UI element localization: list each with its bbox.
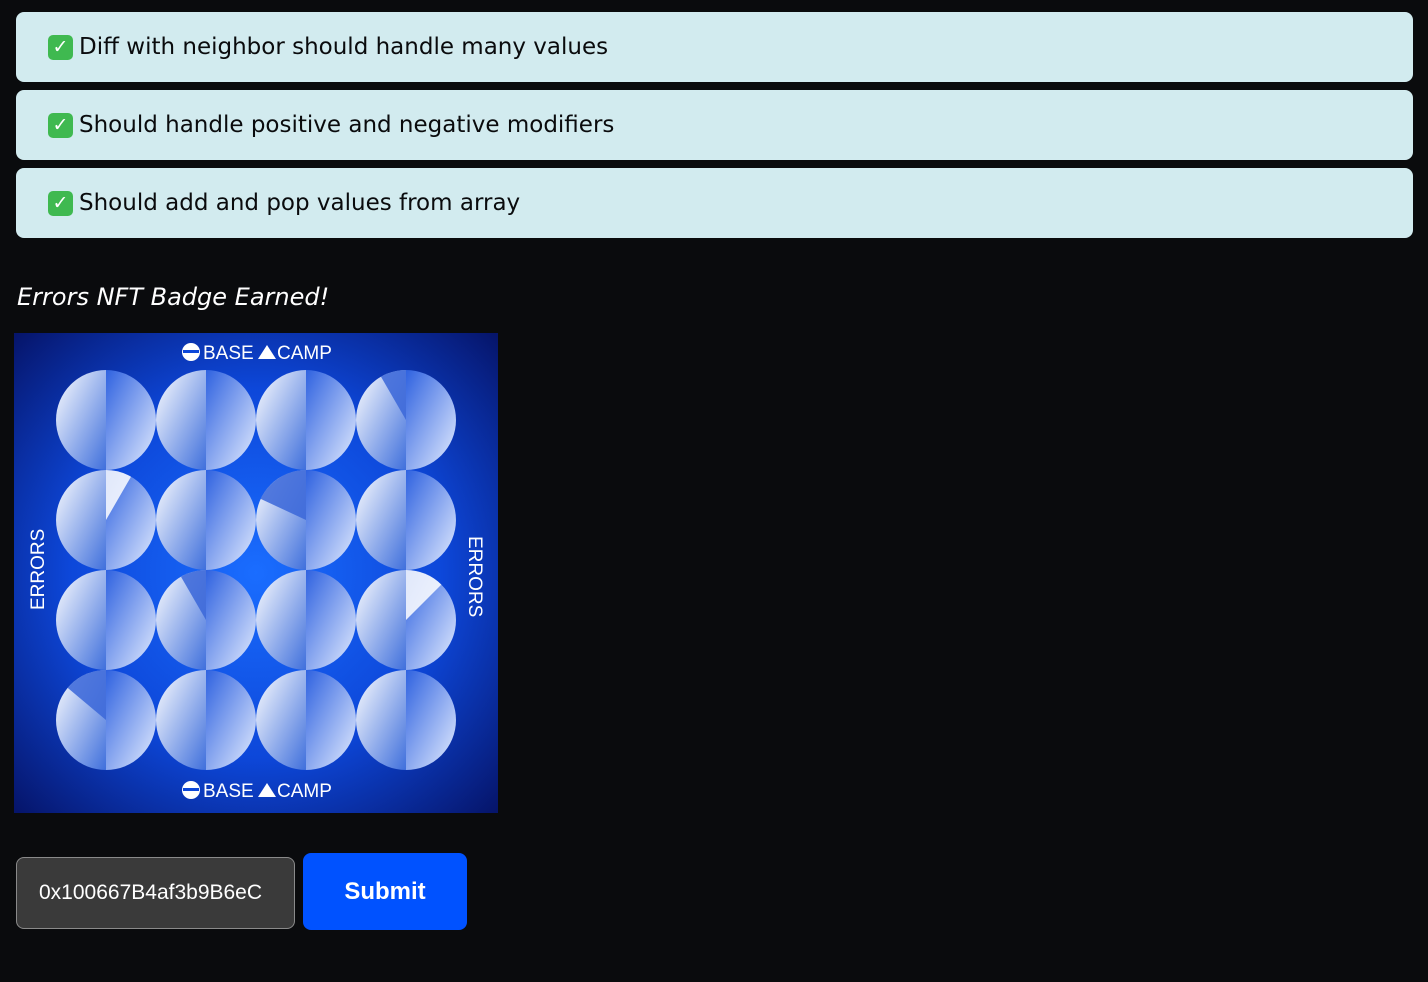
check-mark-icon: ✓ [48,112,73,138]
disc-ornament [256,670,356,770]
test-result-item: ✓ Should add and pop values from array [16,168,1413,238]
disc-ornament [56,570,156,670]
brand-left-text: BASE [203,343,254,364]
brand-right-text: CAMP [277,343,332,364]
disc-ornament [156,670,256,770]
disc-ornament [356,670,456,770]
disc-ornament [256,470,356,570]
disc-ornament [256,570,356,670]
test-result-label: Should add and pop values from array [79,190,521,216]
test-result-label: Diff with neighbor should handle many va… [79,34,609,60]
disc-ornament [256,370,356,470]
brand-left-text: BASE [203,781,254,802]
disc-ornament [356,470,456,570]
disc-ornament [356,570,456,670]
test-results-list: ✓ Diff with neighbor should handle many … [16,12,1413,246]
check-mark-icon: ✓ [48,190,73,216]
side-label-right: ERRORS [464,536,485,617]
disc-ornament [156,470,256,570]
nft-badge-image: BASE CAMP BASE CAMP ERRORS ERRORS [14,333,498,813]
test-result-item: ✓ Should handle positive and negative mo… [16,90,1413,160]
test-result-item: ✓ Diff with neighbor should handle many … [16,12,1413,82]
disc-ornament [56,370,156,470]
wallet-address-input[interactable] [16,857,295,929]
disc-ornament [56,470,156,570]
disc-ornament [356,370,456,470]
side-label-left: ERRORS [28,529,49,610]
submit-button[interactable]: Submit [303,853,467,930]
badge-earned-heading: Errors NFT Badge Earned! [17,283,330,311]
disc-ornament [56,670,156,770]
check-mark-icon: ✓ [48,34,73,60]
disc-ornament [156,370,256,470]
brand-right-text: CAMP [277,781,332,802]
disc-ornament [156,570,256,670]
page: ✓ Diff with neighbor should handle many … [0,0,1428,982]
test-result-label: Should handle positive and negative modi… [79,112,615,138]
